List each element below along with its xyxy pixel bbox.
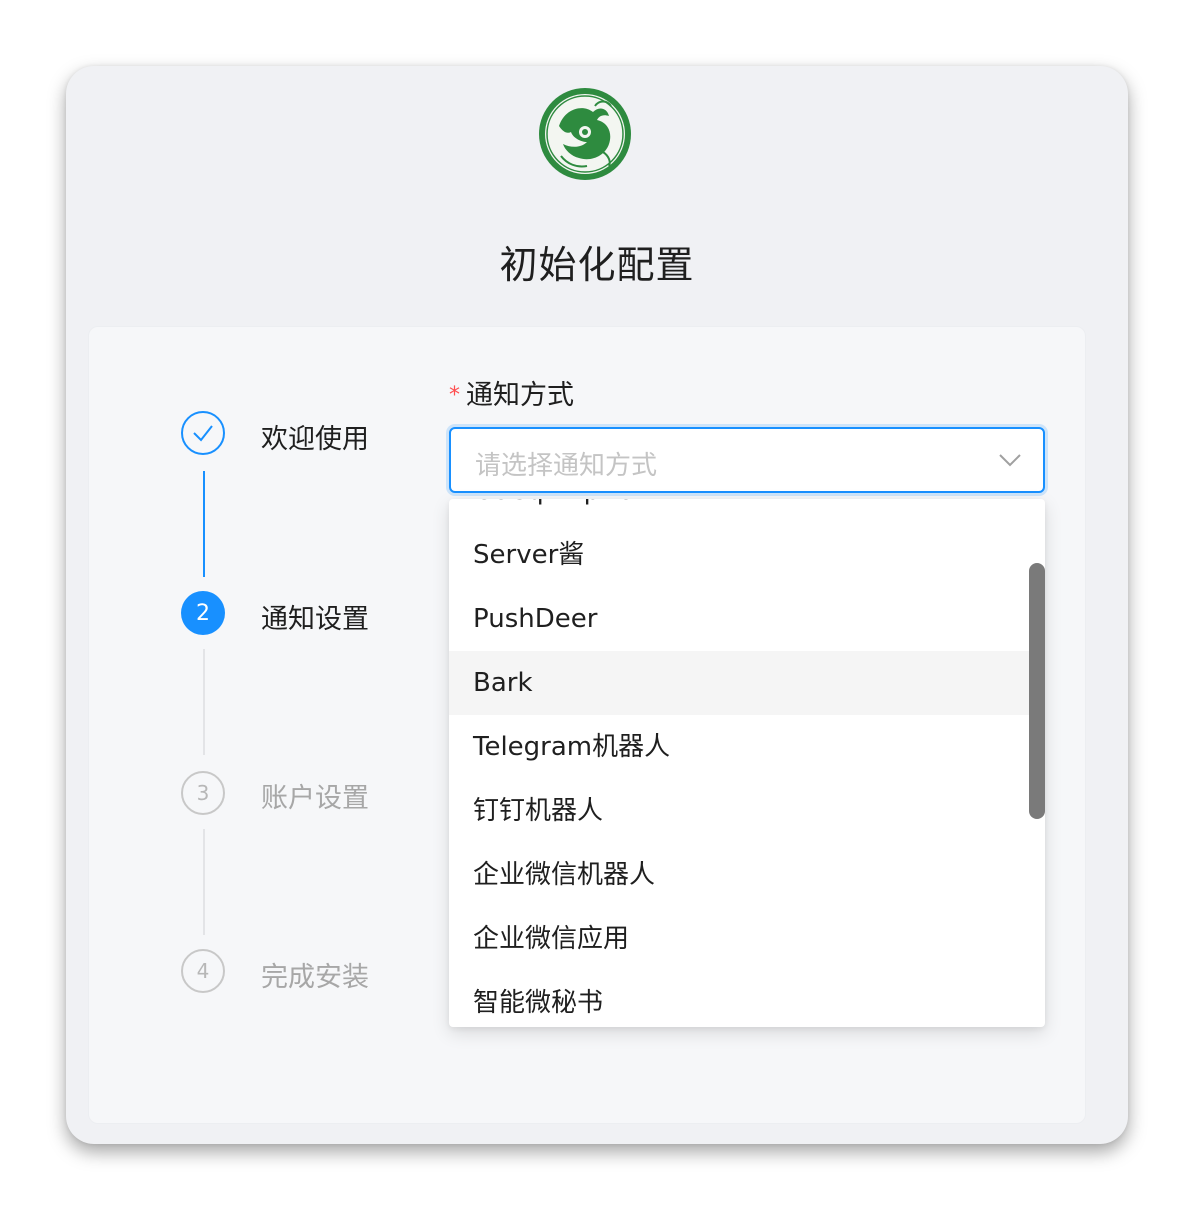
notify-method-label-text: 通知方式 <box>466 380 574 411</box>
step-3-indicator: 3 <box>181 771 225 815</box>
dropdown-option[interactable]: PushDeer <box>449 587 1045 651</box>
step-2-label: 通知设置 <box>261 604 369 635</box>
page-title: 初始化配置 <box>499 243 695 287</box>
notify-method-select[interactable]: 请选择通知方式 <box>449 427 1045 493</box>
step-1-label: 欢迎使用 <box>261 424 369 455</box>
step-1-check-icon <box>181 411 225 455</box>
setup-panel: 欢迎使用 2 通知设置 3 账户设置 4 完成安装 * 通知方式 请选择通知方式 … <box>88 326 1086 1124</box>
select-placeholder: 请选择通知方式 <box>475 451 658 481</box>
step-connector <box>203 471 205 577</box>
step-4-indicator: 4 <box>181 949 225 993</box>
dropdown-option[interactable]: GoCqHttpBot <box>449 499 1045 523</box>
dropdown-option-list: GoCqHttpBot Server酱 PushDeer Bark Telegr… <box>449 499 1045 1027</box>
step-connector <box>203 649 205 755</box>
chevron-down-icon[interactable] <box>997 451 1023 469</box>
setup-card: 初始化配置 欢迎使用 2 通知设置 3 账户设置 4 完成安装 * 通知方式 请选… <box>66 66 1128 1144</box>
dropdown-scrollbar[interactable] <box>1029 563 1045 819</box>
step-connector <box>203 829 205 935</box>
required-mark: * <box>449 383 460 408</box>
dropdown-option[interactable]: 企业微信机器人 <box>449 843 1045 907</box>
dropdown-option[interactable]: 企业微信应用 <box>449 907 1045 971</box>
dropdown-option[interactable]: Telegram机器人 <box>449 715 1045 779</box>
dropdown-option[interactable]: Server酱 <box>449 523 1045 587</box>
step-4-label: 完成安装 <box>261 962 369 993</box>
dropdown-option[interactable]: 钉钉机器人 <box>449 779 1045 843</box>
step-3-label: 账户设置 <box>261 783 369 814</box>
notify-method-dropdown: GoCqHttpBot Server酱 PushDeer Bark Telegr… <box>449 499 1045 1027</box>
step-2-indicator: 2 <box>181 591 225 635</box>
notify-method-label: * 通知方式 <box>449 373 574 412</box>
dropdown-option-hovered[interactable]: Bark <box>449 651 1045 715</box>
dropdown-option[interactable]: 智能微秘书 <box>449 971 1045 1027</box>
dragon-emblem-icon <box>539 88 631 180</box>
